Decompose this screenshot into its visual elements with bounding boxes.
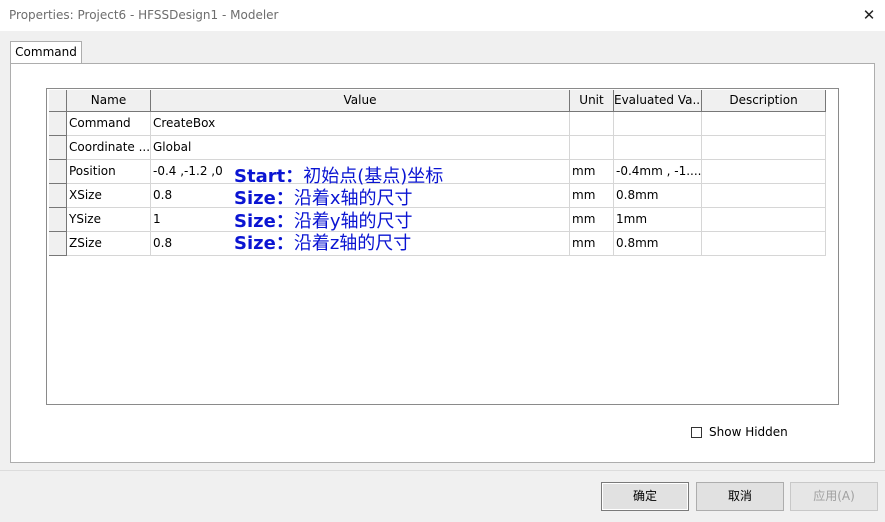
table-row-evaluated: 0.8mm: [614, 184, 702, 208]
row-selector[interactable]: [49, 136, 67, 160]
table-row-unit[interactable]: mm: [570, 184, 614, 208]
table-row-unit[interactable]: mm: [570, 208, 614, 232]
table-row-evaluated: -0.4mm , -1....: [614, 160, 702, 184]
column-header-value[interactable]: Value: [151, 90, 570, 112]
table-row-name[interactable]: YSize: [67, 208, 151, 232]
window-title: Properties: Project6 - HFSSDesign1 - Mod…: [9, 8, 279, 22]
table-row-name[interactable]: XSize: [67, 184, 151, 208]
annotation-key: Size：: [234, 188, 294, 209]
table-row-name[interactable]: Coordinate ...: [67, 136, 151, 160]
apply-button[interactable]: 应用(A): [790, 482, 878, 511]
title-bar: Properties: Project6 - HFSSDesign1 - Mod…: [0, 0, 885, 31]
annotation-xsize: Size：沿着x轴的尺寸: [234, 188, 412, 210]
table-row-value[interactable]: Global: [151, 136, 570, 160]
table-row-evaluated: 1mm: [614, 208, 702, 232]
row-selector[interactable]: [49, 208, 67, 232]
ok-button[interactable]: 确定: [601, 482, 689, 511]
table-row-description[interactable]: [702, 112, 826, 136]
column-header-name[interactable]: Name: [67, 90, 151, 112]
table-row-description[interactable]: [702, 232, 826, 256]
table-row-evaluated: [614, 112, 702, 136]
annotation-key: Start：: [234, 166, 304, 187]
annotation-key: Size：: [234, 233, 294, 254]
table-row-evaluated: [614, 136, 702, 160]
annotation-text: 沿着y轴的尺寸: [293, 211, 413, 232]
table-row-name[interactable]: Position: [67, 160, 151, 184]
annotation-zsize: Size：沿着z轴的尺寸: [234, 233, 411, 255]
table-row-unit[interactable]: [570, 112, 614, 136]
table-row-name[interactable]: ZSize: [67, 232, 151, 256]
column-header-unit[interactable]: Unit: [570, 90, 614, 112]
properties-grid: Name Value Unit Evaluated Va... Descript…: [46, 88, 839, 405]
column-header-description[interactable]: Description: [702, 90, 826, 112]
table-row-description[interactable]: [702, 160, 826, 184]
row-selector[interactable]: [49, 184, 67, 208]
table-row-description[interactable]: [702, 184, 826, 208]
table-row-value[interactable]: CreateBox: [151, 112, 570, 136]
row-selector[interactable]: [49, 232, 67, 256]
table-row-description[interactable]: [702, 208, 826, 232]
show-hidden-label[interactable]: Show Hidden: [709, 425, 788, 439]
annotation-text: 沿着x轴的尺寸: [293, 188, 413, 209]
annotation-text: 沿着z轴的尺寸: [293, 233, 412, 254]
column-header-evaluated[interactable]: Evaluated Va...: [614, 90, 702, 112]
annotation-ysize: Size：沿着y轴的尺寸: [234, 211, 412, 233]
table-row-unit[interactable]: mm: [570, 160, 614, 184]
close-icon[interactable]: ✕: [861, 6, 877, 24]
table-row-description[interactable]: [702, 136, 826, 160]
table-row-unit[interactable]: mm: [570, 232, 614, 256]
cancel-button[interactable]: 取消: [696, 482, 784, 511]
table-row-name[interactable]: Command: [67, 112, 151, 136]
header-corner: [49, 90, 67, 112]
tab-command[interactable]: Command: [10, 41, 82, 64]
annotation-text: 初始点(基点)坐标: [303, 166, 444, 187]
row-selector[interactable]: [49, 112, 67, 136]
annotation-start: Start：初始点(基点)坐标: [234, 166, 443, 188]
footer-divider: [0, 470, 885, 471]
show-hidden-checkbox[interactable]: [691, 427, 702, 438]
table-row-unit[interactable]: [570, 136, 614, 160]
row-selector[interactable]: [49, 160, 67, 184]
table-row-evaluated: 0.8mm: [614, 232, 702, 256]
annotation-key: Size：: [234, 211, 294, 232]
